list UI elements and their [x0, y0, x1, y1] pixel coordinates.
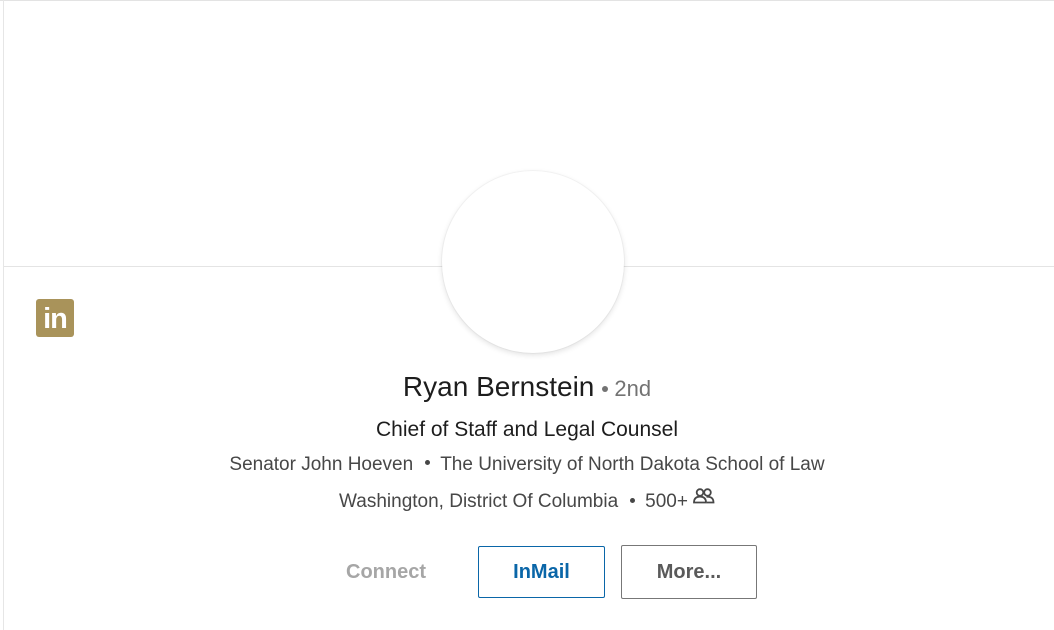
profile-headline: Chief of Staff and Legal Counsel — [376, 418, 678, 441]
current-company[interactable]: Senator John Hoeven — [229, 454, 413, 475]
connections-count: 500+ — [645, 491, 688, 513]
connect-button[interactable]: Connect — [322, 546, 450, 598]
separator-dot — [425, 460, 431, 466]
education-school[interactable]: The University of North Dakota School of… — [440, 454, 824, 475]
profile-location: Washington, District Of Columbia — [339, 491, 619, 513]
location-connections-row: Washington, District Of Columbia 500+ — [0, 488, 1054, 513]
name-row: Ryan Bernstein 2nd — [0, 371, 1054, 403]
connection-degree: 2nd — [614, 376, 652, 401]
people-icon — [693, 488, 715, 510]
profile-card: in Ryan Bernstein 2nd Chief of Staff and … — [0, 0, 1054, 630]
degree-separator-dot — [602, 385, 609, 392]
more-button[interactable]: More... — [621, 545, 757, 599]
inmail-button[interactable]: InMail — [478, 546, 605, 598]
linkedin-logo-icon: in — [36, 299, 74, 337]
company-education-row: Senator John Hoeven The University of Nor… — [0, 454, 1054, 476]
separator-dot — [630, 497, 636, 503]
profile-name: Ryan Bernstein — [402, 371, 595, 402]
profile-avatar[interactable] — [442, 171, 624, 353]
